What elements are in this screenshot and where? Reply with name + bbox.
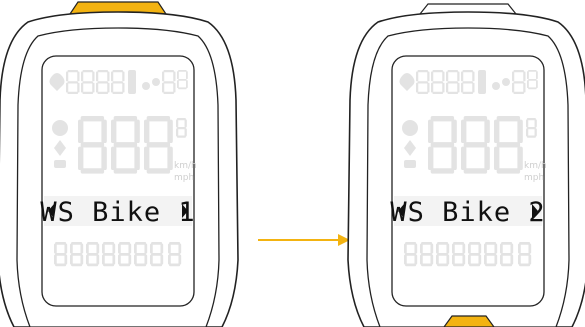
unit-bottom: mph (524, 173, 544, 183)
diagram-stage: km/h mph WS Bike 1 km/h mph WS Bike 2 (0, 0, 585, 327)
transition-arrow (258, 234, 350, 246)
device-before: km/h mph WS Bike 1 (0, 1, 239, 327)
unit-bottom: mph (174, 173, 194, 183)
unit-top: km/h (174, 161, 197, 171)
device-label: WS Bike 1 (40, 197, 195, 228)
device-label: WS Bike 2 (390, 197, 545, 228)
bottom-button-highlighted (443, 315, 495, 327)
device-after: km/h mph WS Bike 2 (347, 3, 585, 327)
device-diagram: km/h mph WS Bike 1 km/h mph WS Bike 2 (0, 1, 585, 327)
unit-top: km/h (524, 161, 547, 171)
